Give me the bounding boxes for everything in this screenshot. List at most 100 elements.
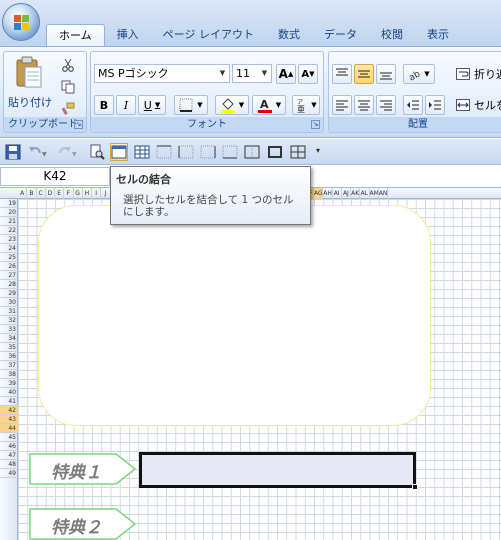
border-tool-button-3[interactable]	[199, 143, 217, 161]
row-header-20[interactable]: 20	[0, 208, 18, 217]
fill-color-button[interactable]: ▼	[215, 95, 249, 115]
fill-handle[interactable]	[412, 484, 418, 490]
column-header-am[interactable]: AM	[370, 188, 379, 199]
cut-button[interactable]	[58, 55, 78, 75]
column-header-d[interactable]: D	[46, 188, 55, 199]
border-tool-button-1[interactable]	[155, 143, 173, 161]
row-header-22[interactable]: 22	[0, 226, 18, 235]
align-middle-button[interactable]	[354, 64, 374, 84]
merge-cells-button[interactable]	[110, 143, 128, 161]
row-header-46[interactable]: 46	[0, 442, 18, 451]
borders-button[interactable]: ▼	[174, 95, 208, 115]
row-header-47[interactable]: 47	[0, 451, 18, 460]
customize-toolbar-icon[interactable]: ▾	[312, 143, 324, 161]
row-header-40[interactable]: 40	[0, 388, 18, 397]
tokuten1-arrow[interactable]: 特典１	[29, 453, 137, 485]
shrink-font-button[interactable]: A ▼	[298, 64, 318, 84]
column-header-ak[interactable]: AK	[351, 188, 361, 199]
copy-button[interactable]	[58, 77, 78, 97]
align-left-button[interactable]	[332, 95, 352, 115]
rounded-rectangle-shape[interactable]	[38, 205, 431, 426]
row-header-41[interactable]: 41	[0, 397, 18, 406]
underline-button[interactable]: U ▼	[138, 95, 166, 115]
column-header-ag[interactable]: AG	[314, 188, 324, 199]
tab-data[interactable]: データ	[312, 24, 369, 46]
column-header-aj[interactable]: AJ	[342, 188, 351, 199]
tab-home[interactable]: ホーム	[46, 24, 105, 46]
row-header-49[interactable]: 49	[0, 469, 18, 478]
grow-font-button[interactable]: A ▲	[276, 64, 296, 84]
tab-insert[interactable]: 挿入	[105, 24, 151, 46]
font-size-select[interactable]: 11 ▼	[232, 64, 272, 83]
column-header-h[interactable]: H	[83, 188, 92, 199]
tab-review[interactable]: 校閲	[369, 24, 415, 46]
row-header-29[interactable]: 29	[0, 289, 18, 298]
clipboard-launcher-icon[interactable]: ↘	[74, 120, 83, 129]
row-header-35[interactable]: 35	[0, 343, 18, 352]
row-header-23[interactable]: 23	[0, 235, 18, 244]
grid-tool-button-1[interactable]	[133, 143, 151, 161]
column-header-c[interactable]: C	[37, 188, 46, 199]
save-button[interactable]	[4, 143, 22, 161]
format-painter-button[interactable]	[58, 99, 78, 119]
paste-button[interactable]: 貼り付け	[8, 54, 52, 112]
tab-page-layout[interactable]: ページ レイアウト	[151, 24, 266, 46]
phonetic-button[interactable]: ア亜 ▼	[292, 95, 320, 115]
row-header-32[interactable]: 32	[0, 316, 18, 325]
tab-formulas[interactable]: 数式	[266, 24, 312, 46]
column-header-b[interactable]: B	[27, 188, 37, 199]
align-right-button[interactable]	[376, 95, 396, 115]
row-header-45[interactable]: 45	[0, 433, 18, 442]
row-header-31[interactable]: 31	[0, 307, 18, 316]
bold-button[interactable]: B	[94, 95, 114, 115]
border-tool-button-5[interactable]	[243, 143, 261, 161]
increase-indent-button[interactable]	[425, 95, 445, 115]
row-header-19[interactable]: 19	[0, 199, 18, 208]
border-tool-button-4[interactable]	[221, 143, 239, 161]
row-header-27[interactable]: 27	[0, 271, 18, 280]
tokuten2-arrow[interactable]: 特典２	[29, 508, 137, 540]
selected-cell-range[interactable]	[139, 452, 418, 490]
row-header-25[interactable]: 25	[0, 253, 18, 262]
redo-button[interactable]: ▼	[56, 143, 78, 161]
border-tool-button-2[interactable]	[177, 143, 195, 161]
wrap-text-button[interactable]: 折り返	[455, 64, 501, 84]
row-header-38[interactable]: 38	[0, 370, 18, 379]
row-header-43[interactable]: 43	[0, 415, 18, 424]
print-preview-button[interactable]	[88, 143, 106, 161]
row-header-48[interactable]: 48	[0, 460, 18, 469]
office-button[interactable]	[2, 3, 40, 41]
row-header-33[interactable]: 33	[0, 325, 18, 334]
column-header-g[interactable]: G	[74, 188, 83, 199]
column-header-f[interactable]: F	[64, 188, 74, 199]
column-header-an[interactable]: AN	[379, 188, 388, 199]
align-bottom-button[interactable]	[376, 64, 396, 84]
tab-view[interactable]: 表示	[415, 24, 461, 46]
row-header-21[interactable]: 21	[0, 217, 18, 226]
decrease-indent-button[interactable]	[403, 95, 423, 115]
row-header-24[interactable]: 24	[0, 244, 18, 253]
row-header-26[interactable]: 26	[0, 262, 18, 271]
row-header-37[interactable]: 37	[0, 361, 18, 370]
column-header-ai[interactable]: AI	[333, 188, 342, 199]
orientation-button[interactable]: ab ▼	[403, 64, 435, 84]
column-header-i[interactable]: I	[92, 188, 102, 199]
row-header-42[interactable]: 42	[0, 406, 18, 415]
font-color-button[interactable]: A ▼	[252, 95, 286, 115]
border-tool-button-7[interactable]	[289, 143, 307, 161]
font-family-select[interactable]: MS Pゴシック ▼	[94, 64, 230, 83]
font-launcher-icon[interactable]: ↘	[311, 120, 320, 129]
column-header-e[interactable]: E	[55, 188, 65, 199]
worksheet-grid[interactable]: ABCDEFGHIJKLMNOPQRSTUVWXYZAAABACADAEAFAG…	[0, 188, 501, 540]
border-tool-button-6[interactable]	[266, 143, 284, 161]
row-header-39[interactable]: 39	[0, 379, 18, 388]
row-header-30[interactable]: 30	[0, 298, 18, 307]
row-header-44[interactable]: 44	[0, 424, 18, 433]
name-box[interactable]: K42	[0, 167, 110, 186]
column-header-ah[interactable]: AH	[323, 188, 333, 199]
undo-button[interactable]: ▼	[26, 143, 48, 161]
merge-center-button[interactable]: セルを	[455, 95, 501, 115]
align-center-button[interactable]	[354, 95, 374, 115]
italic-button[interactable]: I	[116, 95, 136, 115]
column-header-al[interactable]: AL	[360, 188, 370, 199]
